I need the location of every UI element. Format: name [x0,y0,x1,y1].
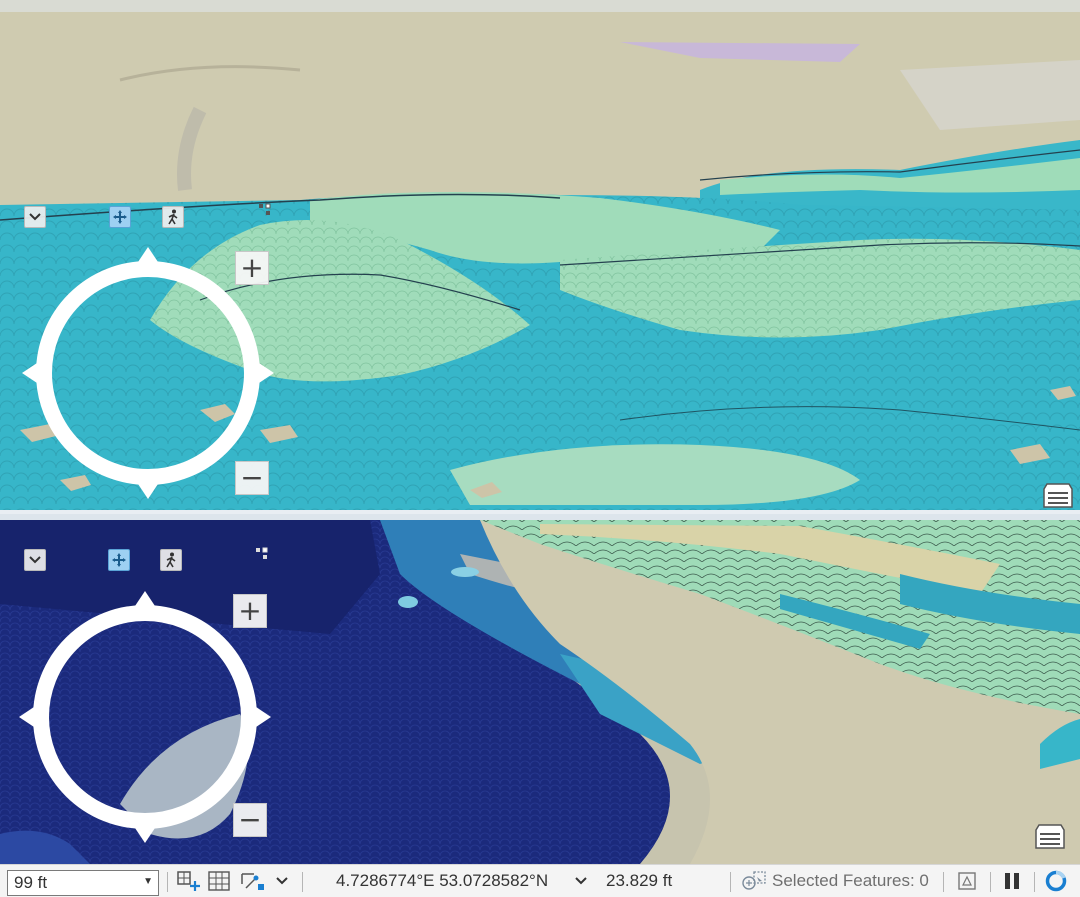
separator [302,872,303,892]
legend-panel-icon[interactable] [1041,481,1075,509]
grid-icon [208,871,230,891]
zoom-in-button[interactable]: + [233,594,267,628]
separator [990,872,991,892]
grid-button[interactable] [208,865,230,897]
coordinates-readout: 4.7286774°E 53.0728582°N [336,871,549,890]
add-layer-icon [177,871,200,891]
zoom-out-button[interactable]: − [235,461,269,495]
pause-drawing-button[interactable] [1003,865,1021,897]
walk-person-icon [166,552,176,568]
chevron-down-icon [276,877,288,885]
scale-dropdown[interactable]: 99 ft ▼ [7,870,159,896]
zoom-in-button[interactable]: + [235,251,269,285]
chevron-down-icon [29,556,41,564]
scene-button[interactable] [957,865,977,897]
chevron-down-icon [575,877,587,885]
pan-arrows-icon [113,210,127,224]
navigator-expand-button[interactable] [24,549,46,571]
separator [730,872,731,892]
small-squares-icon[interactable] [258,203,272,217]
pan-mode-button[interactable] [108,549,130,571]
walk-mode-button[interactable] [160,549,182,571]
snapping-icon [241,873,264,890]
selected-features-count: Selected Features: 0 [772,871,929,890]
scene-icon [958,872,976,890]
zoom-out-button[interactable]: − [233,803,267,837]
refresh-button[interactable] [1044,865,1068,897]
walk-mode-button[interactable] [162,206,184,228]
navigator-expand-button[interactable] [24,206,46,228]
scene-view-top[interactable]: + − [0,0,1080,510]
walk-person-icon [168,209,178,225]
snapping-dropdown[interactable] [275,865,289,897]
dropdown-arrow-icon: ▼ [143,876,153,887]
chevron-down-icon [29,213,41,221]
selection-button[interactable] [740,865,768,897]
separator [943,872,944,892]
add-layer-button[interactable] [176,865,202,897]
selection-icon [742,871,766,890]
elevation-readout: 23.829 ft [606,871,673,890]
separator [1034,872,1035,892]
status-bar: 99 ft ▼ 4.7286774°E 53.0728582°N 23.829 … [0,864,1080,897]
separator [167,872,168,892]
coordinate-format-dropdown[interactable] [574,865,588,897]
pan-mode-button[interactable] [109,206,131,228]
snapping-button[interactable] [240,865,266,897]
pan-arrows-icon [112,553,126,567]
small-squares-icon[interactable] [255,547,269,561]
pause-icon [1005,873,1019,889]
scale-value: 99 ft [14,873,48,892]
legend-panel-icon[interactable] [1033,822,1067,850]
refresh-icon [1045,870,1067,892]
scene-view-bottom[interactable]: + − [0,514,1080,864]
